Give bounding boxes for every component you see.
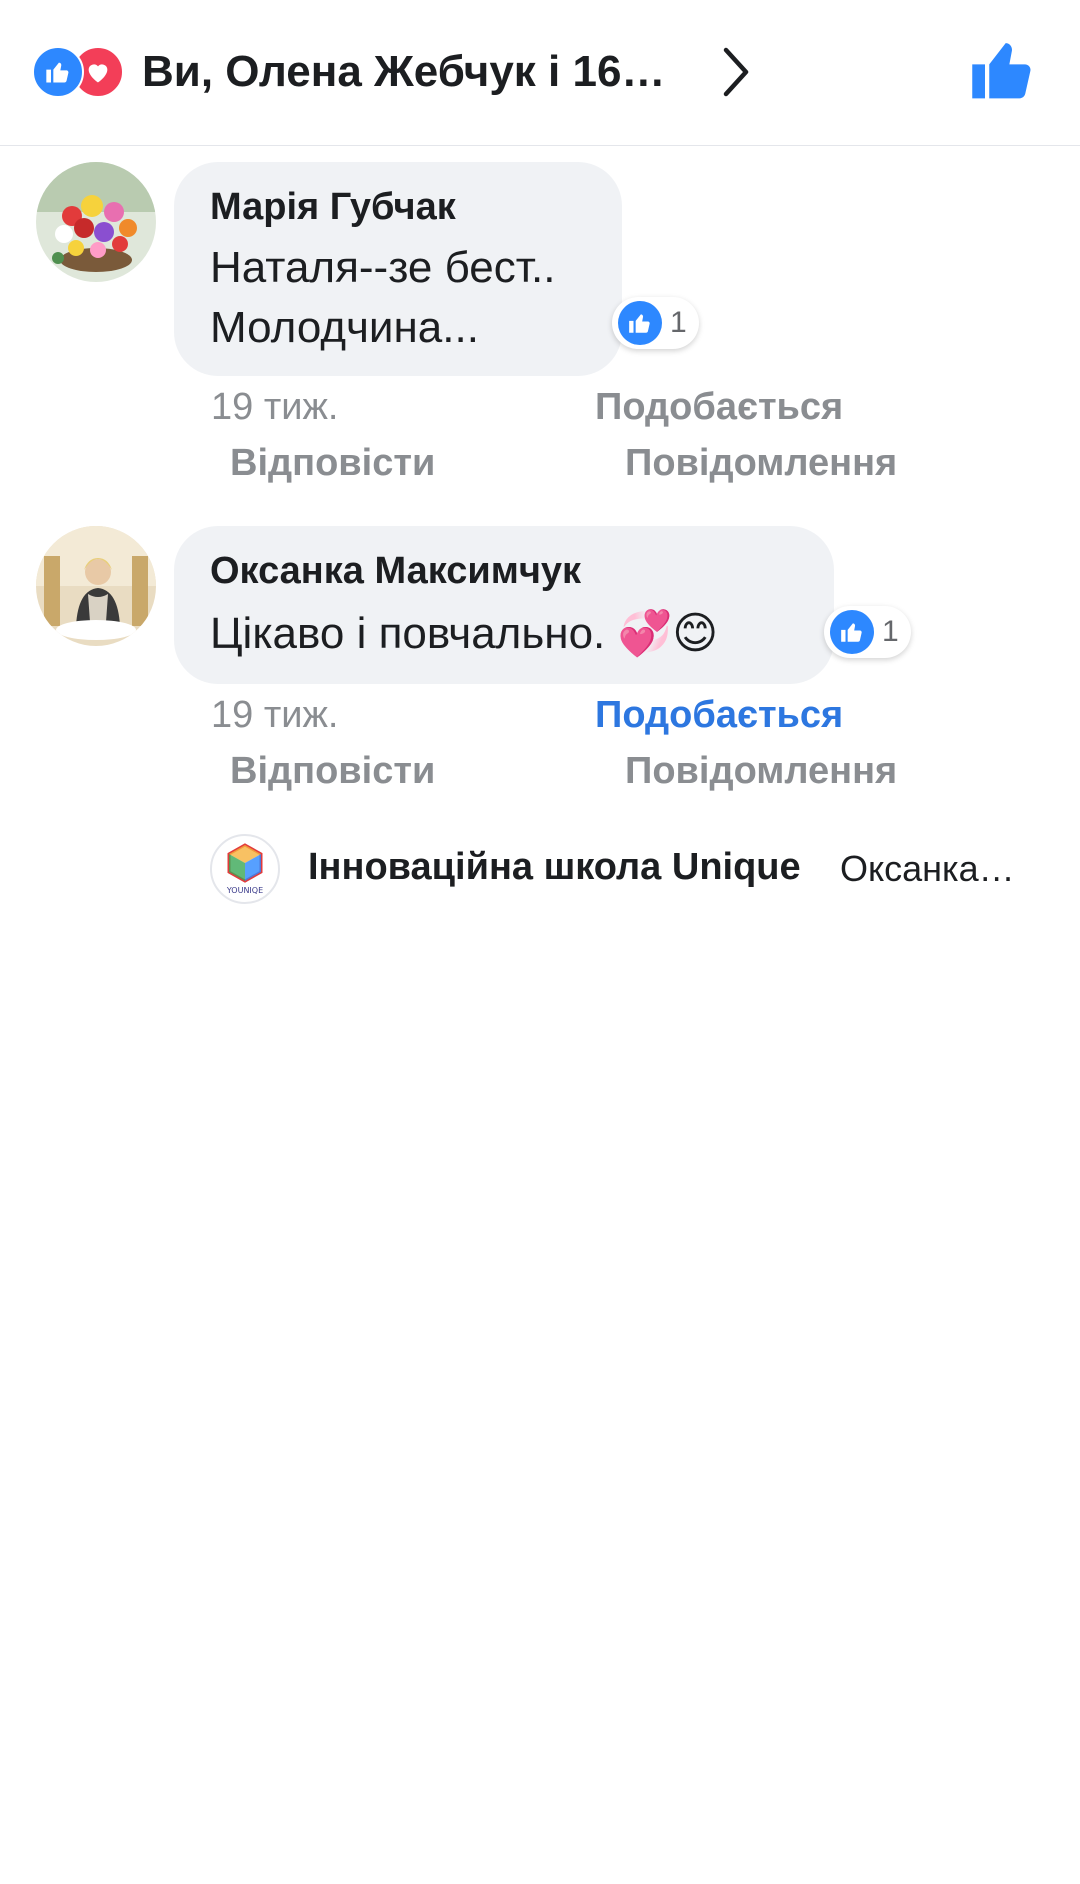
reactions-header: Ви, Олена Жебчук і 16… bbox=[0, 0, 1080, 146]
message-button[interactable]: Повідомлення bbox=[625, 750, 897, 793]
message-button[interactable]: Повідомлення bbox=[625, 442, 897, 485]
avatar[interactable] bbox=[36, 162, 156, 282]
chevron-right-icon[interactable] bbox=[716, 44, 756, 100]
reactions-summary[interactable]: Ви, Олена Жебчук і 16… bbox=[142, 46, 665, 98]
like-icon bbox=[32, 46, 84, 98]
comment-like-count[interactable]: 1 bbox=[612, 297, 699, 349]
like-icon bbox=[618, 301, 662, 345]
comment-author[interactable]: Оксанка Максимчук bbox=[210, 548, 798, 594]
comment-text-line: Молодчина... bbox=[210, 303, 479, 352]
comment-like-count[interactable]: 1 bbox=[824, 606, 911, 658]
unique-logo-icon: YOUNIQE bbox=[226, 843, 263, 895]
like-thumb-icon[interactable] bbox=[968, 36, 1036, 104]
avatar[interactable] bbox=[36, 526, 156, 646]
svg-text:YOUNIQE: YOUNIQE bbox=[226, 886, 263, 895]
comment-author[interactable]: Марія Губчак bbox=[210, 184, 586, 230]
page-avatar[interactable]: YOUNIQE bbox=[210, 834, 280, 904]
comment-text-line: Цікаво і повчально. 💞😊 bbox=[210, 609, 719, 658]
reply-author[interactable]: Інноваційна школа Unique bbox=[308, 846, 801, 889]
like-button[interactable]: Подобається bbox=[595, 694, 843, 737]
reply-button[interactable]: Відповісти bbox=[230, 442, 435, 485]
like-count: 1 bbox=[882, 615, 899, 648]
comment-bubble[interactable]: Марія Губчак Наталя--зе бест.. Молодчина… bbox=[174, 162, 622, 376]
comment-text-line: Наталя--зе бест.. bbox=[210, 243, 556, 292]
reply-button[interactable]: Відповісти bbox=[230, 750, 435, 793]
reply-snippet: Оксанка… bbox=[840, 848, 1015, 889]
comment-bubble[interactable]: Оксанка Максимчук Цікаво і повчально. 💞😊 bbox=[174, 526, 834, 684]
reply-preview[interactable]: YOUNIQE Інноваційна школа Unique Оксанка… bbox=[210, 834, 1030, 904]
like-count: 1 bbox=[670, 306, 687, 339]
comment-time[interactable]: 19 тиж. bbox=[211, 386, 338, 429]
reaction-icons[interactable] bbox=[32, 46, 130, 98]
like-icon bbox=[830, 610, 874, 654]
comment-time[interactable]: 19 тиж. bbox=[211, 694, 338, 737]
like-button[interactable]: Подобається bbox=[595, 386, 843, 429]
